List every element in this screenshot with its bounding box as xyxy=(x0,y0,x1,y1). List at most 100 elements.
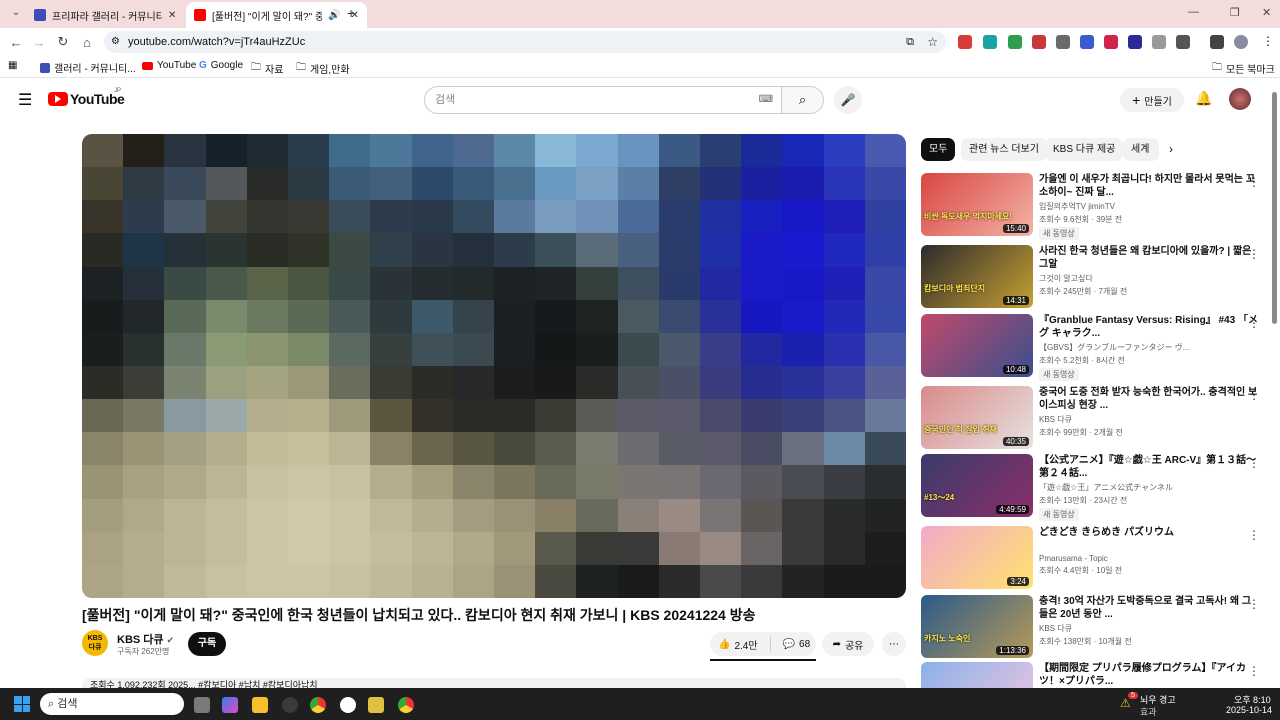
forward-icon[interactable]: → xyxy=(27,35,51,50)
more-options-icon[interactable]: ⋮ xyxy=(1248,316,1260,330)
recommendation-item[interactable]: 【期間限定 プリパラ履修プログラム】『アイカツ！×プリパラ... ⋮ xyxy=(921,662,1266,688)
recommendation-title[interactable]: 【公式アニメ】『遊☆戯☆王 ARC-V』第１３話〜第２４話... xyxy=(1039,454,1259,480)
extensions-puzzle-icon[interactable] xyxy=(1176,35,1190,49)
close-window-icon[interactable]: ✕ xyxy=(1262,6,1271,19)
recommendation-channel[interactable]: 그것이 알고싶다 xyxy=(1039,273,1259,284)
recommendation-channel[interactable]: Pmarusama - Topic xyxy=(1039,554,1259,563)
site-info-icon[interactable]: ⚙ xyxy=(111,31,120,53)
reload-icon[interactable]: ↻ xyxy=(51,34,75,50)
more-options-icon[interactable]: ⋮ xyxy=(1248,597,1260,611)
recommendation-item[interactable]: 비싼 독도새우 먹지마세요! 15:40 가을엔 이 새우가 최곱니다! 하지만 몰… xyxy=(921,173,1266,240)
bookmark-item[interactable]: 갤러리 - 커뮤니티... xyxy=(40,60,136,75)
chevron-right-icon[interactable]: › xyxy=(1169,142,1173,156)
more-options-icon[interactable]: ⋮ xyxy=(1248,528,1260,542)
comments-button[interactable]: 💬 68 xyxy=(783,639,811,650)
extension-icon[interactable] xyxy=(1128,35,1142,49)
address-bar[interactable]: ⚙ youtube.com/watch?v=jTr4auHzZUc ⧉ ☆ xyxy=(104,31,946,53)
recommendation-item[interactable]: 3:24 どきどき きらめき パズリウム Pmarusama - Topic 조회수 … xyxy=(921,526,1266,590)
windows-start-icon[interactable] xyxy=(14,696,30,712)
close-tab-icon[interactable]: ✕ xyxy=(168,10,176,21)
chip-all[interactable]: 모두 xyxy=(921,138,956,161)
bookmark-star-icon[interactable]: ☆ xyxy=(927,31,938,53)
more-options-icon[interactable]: ⋮ xyxy=(1248,388,1260,402)
extension-icon[interactable] xyxy=(983,35,997,49)
recommendation-channel[interactable]: 【GBVS】グランブルーファンタジー ヴ... xyxy=(1039,342,1259,353)
install-app-icon[interactable]: ⧉ xyxy=(906,31,914,53)
tab-search-icon[interactable]: ⌄ xyxy=(4,7,28,18)
recommendation-channel[interactable]: KBS 다큐 xyxy=(1039,623,1259,634)
extension-icon[interactable] xyxy=(1152,35,1166,49)
extension-icon[interactable] xyxy=(1056,35,1070,49)
tab-youtube-video[interactable]: [풀버전] "이게 말이 돼?" 중 🔊 ✕ xyxy=(186,2,367,28)
maximize-icon[interactable]: ❐ xyxy=(1230,6,1240,19)
keyboard-icon[interactable]: ⌨ xyxy=(759,87,773,113)
extension-icon[interactable] xyxy=(1080,35,1094,49)
github-icon[interactable] xyxy=(282,697,298,713)
share-button[interactable]: ➦ 공유 xyxy=(822,632,874,656)
more-options-icon[interactable]: ⋮ xyxy=(1248,456,1260,470)
hamburger-menu-icon[interactable]: ☰ xyxy=(18,90,32,110)
more-actions-button[interactable]: ⋯ xyxy=(882,632,906,656)
bookmark-item[interactable]: G Google xyxy=(199,60,243,71)
video-thumbnail[interactable]: #13〜24 4:49:59 xyxy=(921,454,1033,517)
recommendation-title[interactable]: どきどき きらめき パズリウム xyxy=(1039,526,1259,552)
search-input[interactable]: 검색 ⌨ xyxy=(424,86,782,114)
video-player[interactable] xyxy=(82,134,906,598)
copilot-icon[interactable] xyxy=(222,697,238,713)
video-thumbnail[interactable]: 카지노 노숙인 1:13:36 xyxy=(921,595,1033,658)
extension-icon[interactable] xyxy=(1008,35,1022,49)
chip-kbs-docu[interactable]: KBS 다큐 제공 xyxy=(1045,138,1124,161)
recommendation-title[interactable]: 가을엔 이 새우가 최곱니다! 하지만 몰라서 못먹는 꼬소하이~ 진짜 달..… xyxy=(1039,173,1259,199)
taskbar-search-input[interactable]: ⌕ 검색 xyxy=(40,693,184,715)
browser-menu-icon[interactable]: ⋮ xyxy=(1262,34,1274,48)
recommendation-title[interactable]: 충격! 30억 자산가 도박중독으로 결국 고독사! 왜 그들은 20년 동안 … xyxy=(1039,595,1259,621)
task-view-icon[interactable] xyxy=(194,697,210,713)
search-button[interactable]: ⌕ xyxy=(782,86,824,114)
chip-related-news[interactable]: 관련 뉴스 더보기 xyxy=(961,138,1047,161)
video-thumbnail[interactable]: 캄보디아 범죄단지 14:31 xyxy=(921,245,1033,308)
recommendation-title[interactable]: 【期間限定 プリパラ履修プログラム】『アイカツ！×プリパラ... xyxy=(1039,662,1259,688)
chrome-profile-icon[interactable] xyxy=(398,697,414,713)
home-icon[interactable]: ⌂ xyxy=(75,35,99,50)
extension-icon[interactable] xyxy=(1104,35,1118,49)
tab-list-icon[interactable] xyxy=(1210,35,1224,49)
account-avatar[interactable] xyxy=(1229,88,1251,110)
video-thumbnail[interactable]: 3:24 xyxy=(921,526,1033,589)
video-thumbnail[interactable]: 10:48 xyxy=(921,314,1033,377)
notifications-bell-icon[interactable]: 🔔 xyxy=(1195,90,1212,107)
chat-app-icon[interactable] xyxy=(340,697,356,713)
recommendation-item[interactable]: 10:48 『Granblue Fantasy Versus: Rising』 #… xyxy=(921,314,1266,381)
recommendation-item[interactable]: 카지노 노숙인 1:13:36 충격! 30억 자산가 도박중독으로 결국 고독사!… xyxy=(921,595,1266,659)
create-button[interactable]: + 만들기 xyxy=(1120,88,1184,112)
media-app-icon[interactable] xyxy=(368,697,384,713)
more-options-icon[interactable]: ⋮ xyxy=(1248,664,1260,678)
chrome-icon[interactable] xyxy=(310,697,326,713)
recommendation-title[interactable]: 사라진 한국 청년들은 왜 캄보디아에 있을까? | 짧은 그알 xyxy=(1039,245,1259,271)
youtube-logo-icon[interactable] xyxy=(48,92,68,106)
apps-grid-icon[interactable]: ▦ xyxy=(8,60,17,71)
like-button[interactable]: 👍 2.4만 xyxy=(718,637,758,652)
bookmark-item[interactable]: YouTube xyxy=(142,60,196,71)
recommendation-channel[interactable]: 「遊☆戯☆王」アニメ公式チャンネル xyxy=(1039,482,1259,493)
bookmark-folder[interactable]: 🗀 게임,만화 xyxy=(296,60,350,77)
speaker-icon[interactable]: 🔊 xyxy=(328,10,340,21)
recommendation-title[interactable]: 『Granblue Fantasy Versus: Rising』 #43 「メ… xyxy=(1039,314,1259,340)
more-options-icon[interactable]: ⋮ xyxy=(1248,247,1260,261)
recommendation-title[interactable]: 중국어 도중 전화 받자 능숙한 한국어가.. 충격적인 보이스피싱 현장 ..… xyxy=(1039,386,1259,412)
subscribe-button[interactable]: 구독 xyxy=(188,632,226,656)
video-thumbnail[interactable]: 비싼 독도새우 먹지마세요! 15:40 xyxy=(921,173,1033,236)
all-bookmarks[interactable]: 🗀 모든 북마크 xyxy=(1212,60,1275,77)
file-explorer-icon[interactable] xyxy=(252,697,268,713)
more-options-icon[interactable]: ⋮ xyxy=(1248,175,1260,189)
extension-icon[interactable] xyxy=(958,35,972,49)
back-icon[interactable]: ← xyxy=(4,35,28,50)
recommendation-item[interactable]: 캄보디아 범죄단지 14:31 사라진 한국 청년들은 왜 캄보디아에 있을까? |… xyxy=(921,245,1266,309)
page-scrollbar[interactable] xyxy=(1272,92,1277,324)
video-thumbnail[interactable]: 중국인인 척 잠입 취재 40:35 xyxy=(921,386,1033,449)
profile-avatar[interactable] xyxy=(1234,35,1248,49)
voice-search-button[interactable]: 🎤 xyxy=(834,86,862,114)
video-thumbnail[interactable] xyxy=(921,662,1033,688)
new-tab-button[interactable]: + xyxy=(347,5,355,21)
channel-avatar[interactable]: KBS 다큐 xyxy=(82,630,108,656)
extension-icon[interactable] xyxy=(1032,35,1046,49)
